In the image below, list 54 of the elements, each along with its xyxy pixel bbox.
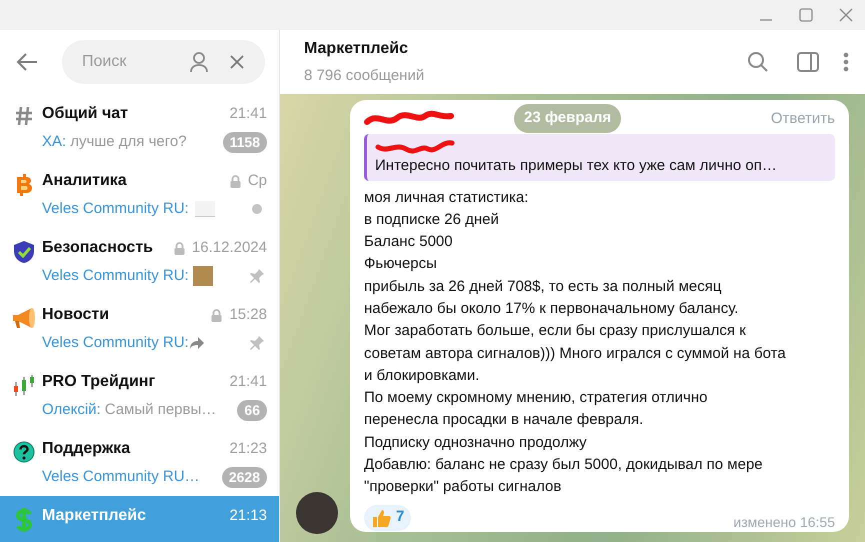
clear-icon[interactable] xyxy=(229,54,245,70)
chat-time: 21:23 xyxy=(229,438,267,459)
person-icon[interactable] xyxy=(189,51,209,73)
chat-time: 16.12.2024 xyxy=(192,238,267,258)
chat-time: Ср xyxy=(248,170,267,191)
maximize-icon[interactable] xyxy=(799,8,813,22)
message-preview: Самый первы… xyxy=(104,400,216,420)
message-text: моя личная статистика: в подписке 26 дней Баланс 5000 Фьючерсы прибыль за 26 дней 708$, то есть за полный месяц набежало бы около 17% к первоначальному балансу. Мог заработать больше, если бы сразу прислушался к советам автора сигналов))) Много игрался с суммой на бота и блокировками. По моему скромному мнению, стратегия отлично перенесла просадки в начале февраля. Подписку однозначно продолжу Добавлю: баланс не сразу был 5000, докидывал по мере "проверки" работы сигналов xyxy=(364,188,787,498)
chart-thumbnail xyxy=(194,201,215,217)
chat-name: Новости xyxy=(42,305,110,325)
close-icon[interactable] xyxy=(839,8,853,22)
edited-time: изменено 16:55 xyxy=(733,512,835,532)
message-count: 8 796 сообщений xyxy=(304,66,426,86)
thumbs-up-icon xyxy=(371,508,391,528)
photo-thumbnail xyxy=(192,266,213,286)
candlestick-icon xyxy=(12,374,36,398)
chat-name: Аналитика xyxy=(42,171,128,191)
message-sender: Veles Community RU… xyxy=(42,466,200,487)
message-sender: Veles Community RU: xyxy=(42,198,189,219)
unread-count: 1158 xyxy=(222,132,267,152)
more-icon[interactable] xyxy=(843,52,849,72)
message-sender: Veles Community RU: xyxy=(42,266,189,286)
date-pill: 23 февраля xyxy=(514,104,622,132)
forward-arrow-icon xyxy=(188,336,205,350)
hash-icon xyxy=(15,106,33,126)
message-sender: ХА: xyxy=(42,132,66,152)
chat-time: 21:41 xyxy=(229,372,267,392)
search-icon[interactable] xyxy=(747,51,769,73)
chat-name: PRO Трейдинг xyxy=(42,372,156,392)
chat-time: 21:13 xyxy=(229,506,267,526)
megaphone-icon xyxy=(11,307,37,329)
unread-count: 66 xyxy=(237,400,267,420)
chat-name: Поддержка xyxy=(42,439,132,459)
chat-time: 15:28 xyxy=(229,304,267,325)
shield-check-icon xyxy=(13,240,35,264)
quoted-text: Интересно почитать примеры тех кто уже сам лично оп… xyxy=(375,156,778,176)
unread-count: 2628 xyxy=(222,466,267,488)
sidebar-toggle-icon[interactable] xyxy=(797,52,819,72)
chat-name: Общий чат xyxy=(42,104,129,124)
quoted-message[interactable]: Интересно почитать примеры тех кто уже сам лично оп… xyxy=(364,134,835,180)
search-input[interactable]: Поиск xyxy=(82,50,189,74)
chat-title: Маркетплейс xyxy=(304,38,409,59)
message-sender: Veles Community RU: xyxy=(42,332,189,353)
chat-name: Маркетплейс xyxy=(42,506,147,526)
search-field[interactable]: Поиск xyxy=(62,40,265,84)
dollar-icon xyxy=(14,508,34,532)
chat-time: 21:41 xyxy=(229,104,267,124)
avatar xyxy=(296,492,338,534)
question-icon xyxy=(13,441,35,463)
bitcoin-icon xyxy=(15,173,33,197)
message-sender: Олексій: xyxy=(42,400,101,420)
message-preview: лучше для чего? xyxy=(70,132,187,152)
back-arrow-icon[interactable] xyxy=(16,52,38,72)
chat-name: Безопасность xyxy=(42,238,154,258)
